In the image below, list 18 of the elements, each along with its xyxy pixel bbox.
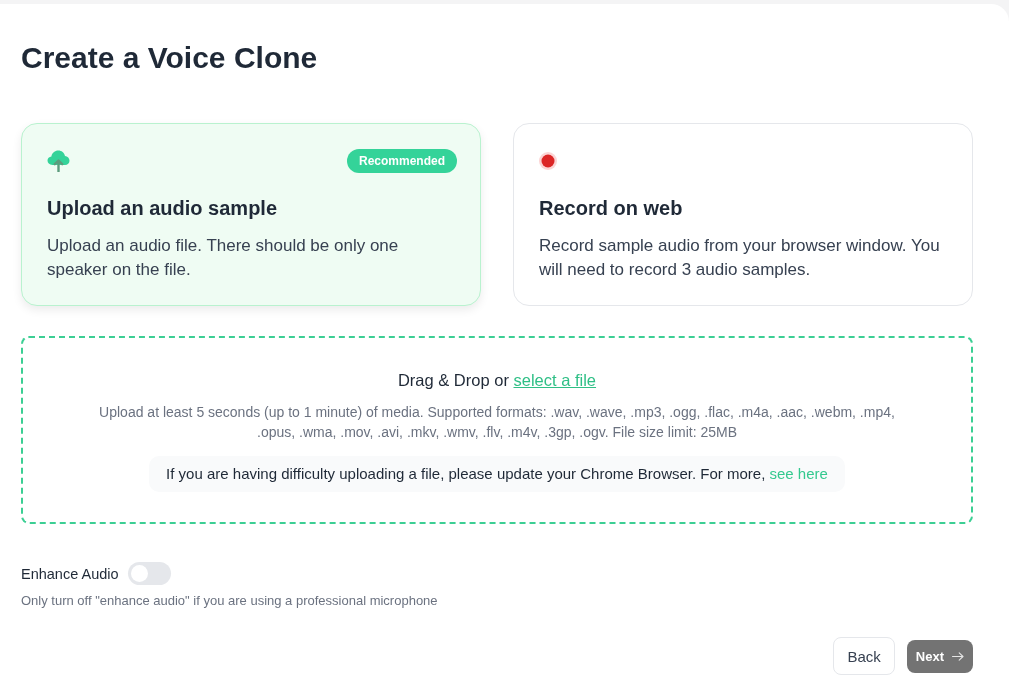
option-description: Record sample audio from your browser window. You will need to record 3 audio samples. [539, 235, 941, 281]
option-description: Upload an audio file. There should be only one speaker on the file. [47, 235, 400, 281]
enhance-audio-hint: Only turn off "enhance audio" if you are using a professional microphone [21, 593, 439, 609]
page-title: Create a Voice Clone [21, 40, 319, 75]
record-dot-icon [539, 152, 557, 170]
drop-prompt: Drag & Drop or select a file [397, 370, 597, 390]
back-button[interactable]: Back [833, 637, 895, 675]
option-title: Record on web [539, 196, 684, 220]
option-card[interactable]: Record on web Record sample audio from your browser window. You will need to record 3 audio samples. [513, 123, 973, 306]
format-info: Upload at least 5 seconds (up to 1 minute) of media. Supported formats: .wav, .wave, .mp3, .ogg, .flac, .m4a, .aac, .webm, .mp4, .opus, .wma, .mov, .avi, .mkv, .wmv, .flv, .m4v, .3gp, .ogv. File size limit: 25MB [98, 403, 896, 442]
toggle-switch[interactable] [127, 562, 171, 585]
recommended-badge: Recommended [346, 149, 457, 173]
enhance-audio-label: Enhance Audio [21, 564, 119, 584]
cloud-upload-icon [47, 150, 70, 172]
option-card[interactable]: Recommended Upload an audio sample Upload an audio file. There should be only one speaker on the file. [21, 123, 481, 306]
browser-note: If you are having difficulty uploading a file, please update your Chrome Browser. For more, see here [149, 456, 845, 492]
arrow-right-icon [952, 651, 964, 661]
option-title: Upload an audio sample [47, 196, 279, 220]
